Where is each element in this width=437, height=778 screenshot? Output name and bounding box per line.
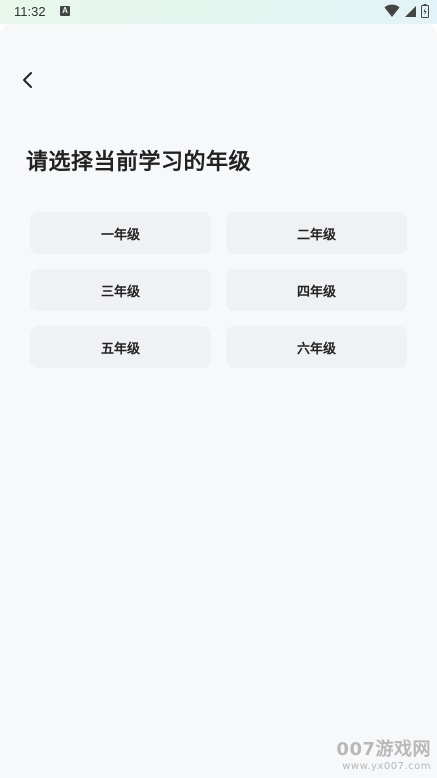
grade-button-2[interactable]: 二年级 <box>226 212 407 254</box>
wifi-icon <box>384 3 400 22</box>
grade-button-3[interactable]: 三年级 <box>30 269 211 311</box>
grade-button-1[interactable]: 一年级 <box>30 212 211 254</box>
a-badge-icon: A <box>60 6 70 16</box>
grade-selection-screen: 请选择当前学习的年级 一年级 二年级 三年级 四年级 五年级 六年级 007游戏… <box>0 24 437 778</box>
watermark-logo: 007游戏网 <box>336 739 431 760</box>
page-title: 请选择当前学习的年级 <box>26 150 252 175</box>
battery-icon <box>421 3 429 22</box>
chevron-left-icon <box>21 71 35 93</box>
grade-grid: 一年级 二年级 三年级 四年级 五年级 六年级 <box>30 212 407 368</box>
grade-button-6[interactable]: 六年级 <box>226 326 407 368</box>
back-button[interactable] <box>14 68 42 96</box>
status-icons <box>384 3 429 22</box>
grade-button-5[interactable]: 五年级 <box>30 326 211 368</box>
watermark: 007游戏网 www.yx007.com <box>336 735 431 772</box>
status-time: 11:32 <box>14 4 46 19</box>
watermark-url: www.yx007.com <box>342 761 431 772</box>
signal-icon <box>404 3 417 22</box>
status-bar: 11:32 A <box>0 0 437 24</box>
grade-button-4[interactable]: 四年级 <box>226 269 407 311</box>
